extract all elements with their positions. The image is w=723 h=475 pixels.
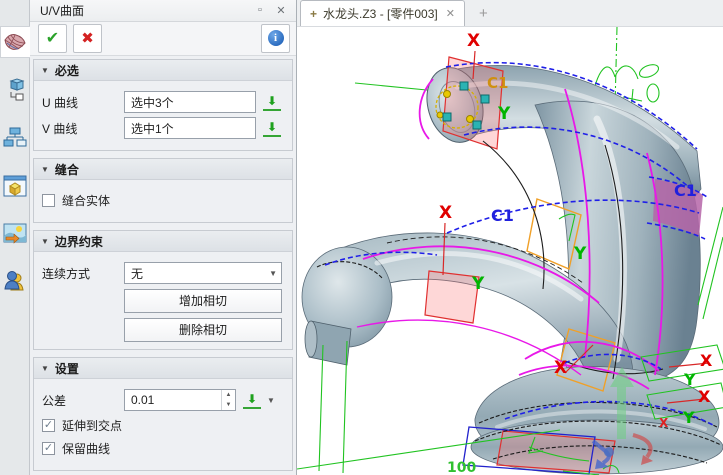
viewport-column: + 水龙头.Z3 - [零件003] ✕ +	[297, 0, 723, 475]
section-required: ▼ 必选 U 曲线 选中3个 ⬇ V 曲线 选中1个 ⬇	[33, 59, 293, 151]
u-curve-label: U 曲线	[42, 94, 124, 111]
view-window-icon[interactable]	[1, 170, 29, 202]
spinner-arrows[interactable]: ▲ ▼	[221, 390, 235, 410]
continuity-dropdown[interactable]: 无 ▼	[124, 262, 282, 284]
chevron-down-icon: ▼	[269, 269, 277, 278]
3d-viewport[interactable]: XC1YXC1C1YYXXYXYX100	[297, 27, 723, 475]
part-icon: +	[310, 7, 317, 21]
app-window: U/V曲面 ▫ ✕ ✔ ✖ i ▼ 必选 U 曲线 选中3个 ⬇ V 曲线	[0, 0, 723, 475]
user-glyph	[4, 270, 26, 294]
dialog-close-button[interactable]: ✕	[272, 2, 290, 18]
render-image-glyph	[3, 223, 27, 245]
info-icon: i	[268, 30, 284, 46]
extend-to-intersection-label: 延伸到交点	[62, 417, 122, 434]
v-curve-input[interactable]: 选中1个	[124, 117, 256, 139]
continuity-label: 连续方式	[42, 265, 124, 282]
collapse-icon: ▼	[41, 66, 49, 75]
u-curve-pick-icon[interactable]: ⬇	[263, 93, 281, 111]
tolerance-value: 0.01	[125, 390, 221, 410]
user-icon[interactable]	[1, 266, 29, 298]
tolerance-label: 公差	[42, 392, 124, 409]
uv-surface-dialog: U/V曲面 ▫ ✕ ✔ ✖ i ▼ 必选 U 曲线 选中3个 ⬇ V 曲线	[30, 0, 297, 475]
remove-tangent-button[interactable]: 删除相切	[124, 318, 282, 342]
view-window-glyph	[3, 174, 27, 198]
tolerance-pick-icon[interactable]: ⬇	[243, 391, 261, 409]
uv-surface-icon[interactable]	[0, 26, 30, 58]
dialog-titlebar: U/V曲面 ▫ ✕	[30, 0, 296, 22]
tab-label: 水龙头.Z3 - [零件003]	[323, 5, 438, 22]
dialog-toolbar: ✔ ✖ i	[30, 22, 296, 56]
spin-down-icon[interactable]: ▼	[222, 400, 235, 410]
section-required-label: 必选	[55, 62, 79, 79]
continuity-value: 无	[131, 265, 269, 282]
dialog-restore-button[interactable]: ▫	[251, 2, 269, 18]
v-curve-label: V 曲线	[42, 120, 124, 137]
section-boundary: ▼ 边界约束 连续方式 无 ▼ 增加相切 删除相切	[33, 230, 293, 350]
render-image-icon[interactable]	[1, 218, 29, 250]
collapse-icon: ▼	[41, 165, 49, 174]
section-required-header[interactable]: ▼ 必选	[34, 60, 292, 81]
ok-button[interactable]: ✔	[38, 24, 67, 53]
section-sew-header[interactable]: ▼ 缝合	[34, 159, 292, 180]
section-boundary-header[interactable]: ▼ 边界约束	[34, 231, 292, 252]
u-curve-input[interactable]: 选中3个	[124, 91, 256, 113]
sew-solid-label: 缝合实体	[62, 192, 110, 209]
uv-surface-glyph	[3, 31, 27, 53]
section-sew: ▼ 缝合 缝合实体	[33, 158, 293, 223]
solid-structure-glyph	[4, 78, 26, 102]
faucet-model	[302, 61, 723, 474]
keep-curves-label: 保留曲线	[62, 440, 110, 457]
sew-solid-checkbox[interactable]	[42, 194, 55, 207]
hierarchy-icon[interactable]	[1, 122, 29, 154]
collapse-icon: ▼	[41, 364, 49, 373]
tolerance-stepper[interactable]: 0.01 ▲ ▼	[124, 389, 236, 411]
section-boundary-label: 边界约束	[55, 233, 103, 250]
spin-up-icon[interactable]: ▲	[222, 390, 235, 400]
extend-to-intersection-checkbox[interactable]: ✓	[42, 419, 55, 432]
section-sew-label: 缝合	[55, 161, 79, 178]
tab-active-document[interactable]: + 水龙头.Z3 - [零件003] ✕	[300, 0, 465, 26]
collapse-icon: ▼	[41, 237, 49, 246]
solid-structure-icon[interactable]	[1, 74, 29, 106]
datum-plane-spout	[425, 271, 479, 323]
hierarchy-glyph	[3, 127, 27, 149]
left-toolbar	[0, 0, 30, 475]
section-settings-label: 设置	[55, 360, 79, 377]
new-tab-button[interactable]: +	[479, 5, 488, 22]
tab-close-icon[interactable]: ✕	[446, 7, 455, 20]
section-settings: ▼ 设置 公差 0.01 ▲ ▼ ⬇ ▼ ✓	[33, 357, 293, 471]
document-tabbar: + 水龙头.Z3 - [零件003] ✕ +	[297, 0, 723, 27]
tolerance-options-caret[interactable]: ▼	[267, 396, 275, 405]
info-button[interactable]: i	[261, 24, 290, 53]
faucet-scene	[297, 27, 723, 475]
dialog-title: U/V曲面	[40, 2, 248, 19]
keep-curves-checkbox[interactable]: ✓	[42, 442, 55, 455]
cancel-button[interactable]: ✖	[73, 24, 102, 53]
add-tangent-button[interactable]: 增加相切	[124, 289, 282, 313]
v-curve-pick-icon[interactable]: ⬇	[263, 119, 281, 137]
section-settings-header[interactable]: ▼ 设置	[34, 358, 292, 379]
